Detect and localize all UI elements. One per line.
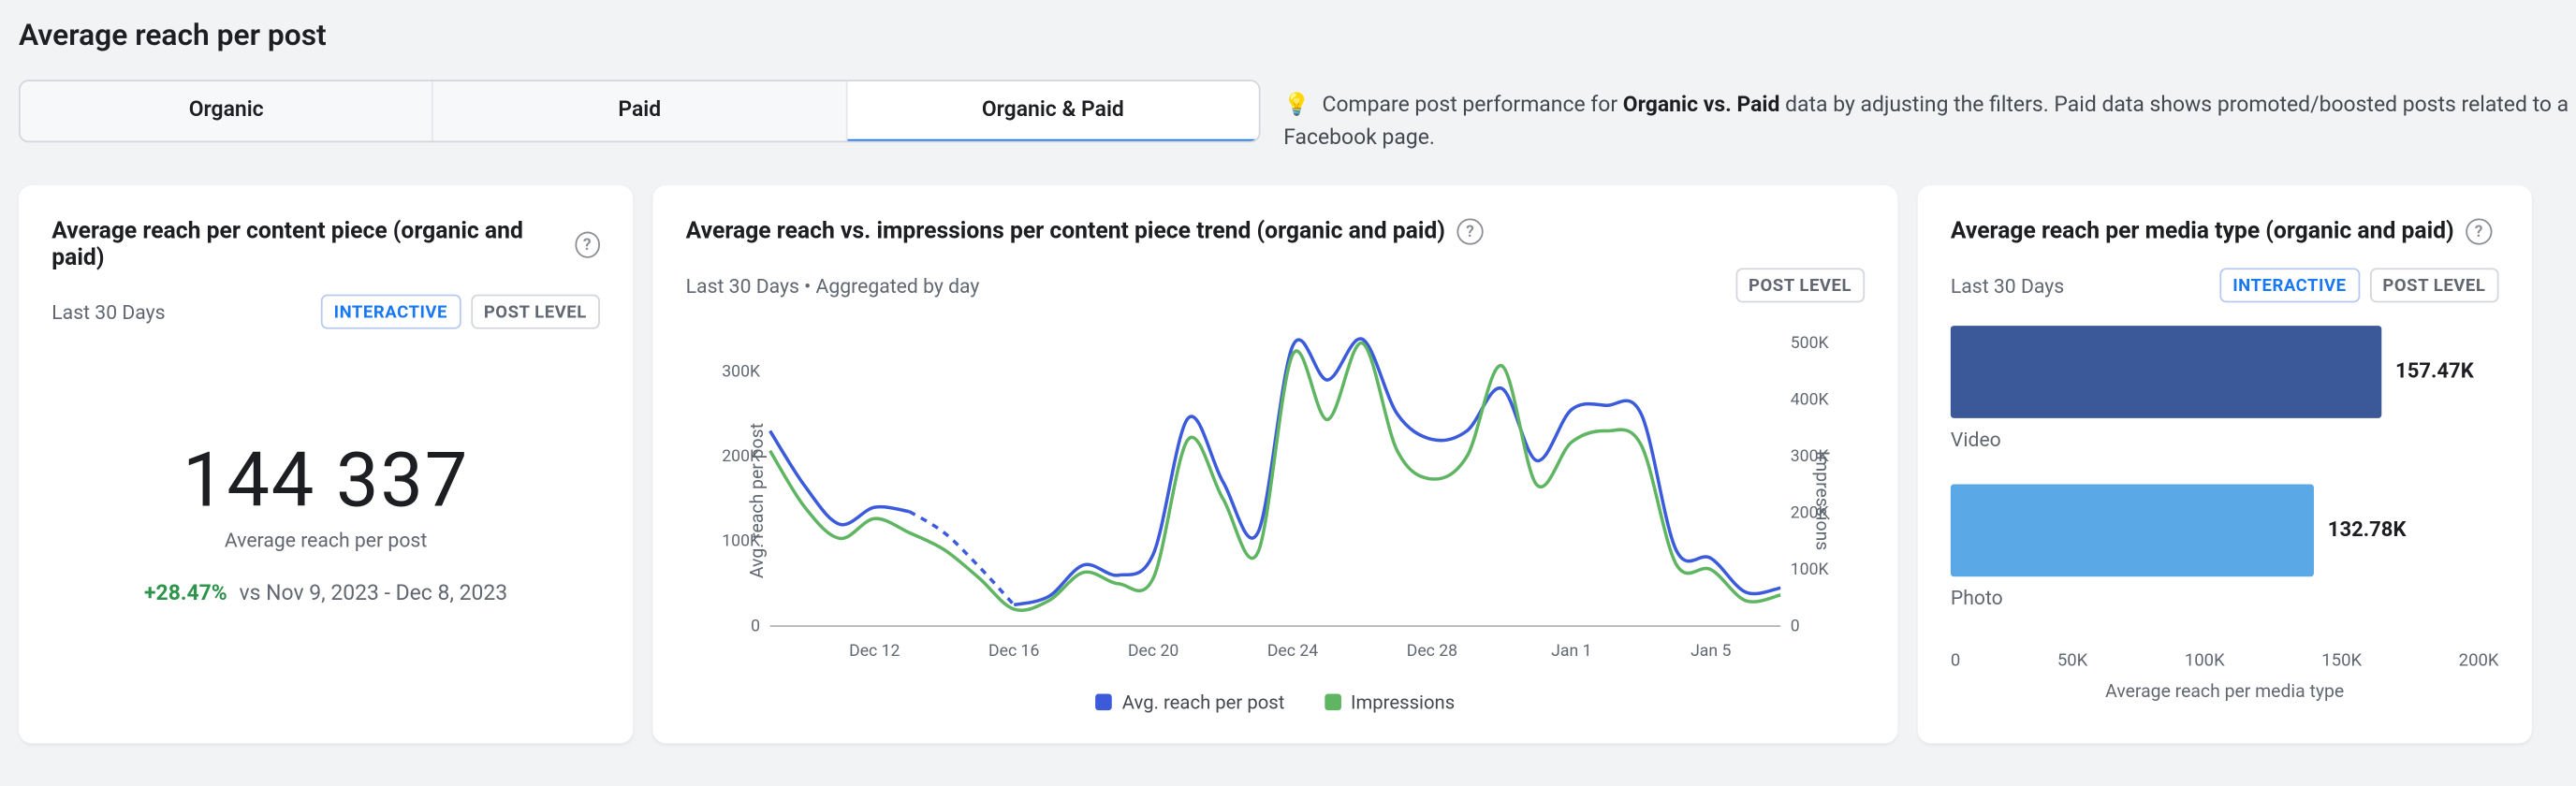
svg-text:Jan 1: Jan 1 xyxy=(1551,642,1591,661)
kpi-title: Average reach per content piece (organic… xyxy=(51,219,563,271)
card-avg-reach-kpi: Average reach per content piece (organic… xyxy=(19,186,633,744)
svg-text:Dec 16: Dec 16 xyxy=(988,642,1039,661)
card-media-type: Average reach per media type (organic an… xyxy=(1918,186,2532,744)
media-period: Last 30 Days xyxy=(1951,274,2064,298)
help-icon[interactable]: ? xyxy=(1456,219,1483,245)
tab-bar: Organic Paid Organic & Paid xyxy=(19,80,1261,142)
svg-text:300K: 300K xyxy=(722,363,761,382)
trend-period: Last 30 Days • Aggregated by day xyxy=(686,274,980,298)
kpi-delta-pct: +28.47% xyxy=(144,582,227,606)
x-tick: 150K xyxy=(2321,649,2362,671)
media-title: Average reach per media type (organic an… xyxy=(1951,219,2454,245)
trend-line-chart[interactable]: 0100K200K300K0100K200K300K400K500KDec 12… xyxy=(697,320,1853,666)
svg-text:Dec 24: Dec 24 xyxy=(1267,642,1318,661)
kpi-delta-vs: vs Nov 9, 2023 - Dec 8, 2023 xyxy=(240,582,508,606)
x-tick: 200K xyxy=(2459,649,2499,671)
tab-organic-and-paid[interactable]: Organic & Paid xyxy=(847,81,1259,142)
legend-swatch-reach xyxy=(1096,694,1113,711)
tab-organic[interactable]: Organic xyxy=(21,81,434,141)
svg-text:400K: 400K xyxy=(1791,391,1830,410)
y-axis-left-label: Avg. reach per post xyxy=(746,423,768,578)
kpi-value: 144 337 xyxy=(183,437,469,526)
bar-value-video: 157.47K xyxy=(2395,360,2474,385)
legend-item-impr[interactable]: Impressions xyxy=(1325,691,1455,714)
info-note: 💡 Compare post performance for Organic v… xyxy=(1283,80,2576,156)
media-x-axis: 0 50K 100K 150K 200K xyxy=(1951,649,2499,671)
y-axis-right-label: Impressions xyxy=(1811,450,1833,549)
media-x-label: Average reach per media type xyxy=(1951,681,2499,703)
bar-value-photo: 132.78K xyxy=(2328,518,2407,543)
svg-text:100K: 100K xyxy=(1791,560,1830,579)
bar-category-video: Video xyxy=(1951,429,2499,452)
kpi-label: Average reach per post xyxy=(225,530,427,553)
badge-post-level[interactable]: POST LEVEL xyxy=(471,295,600,329)
bulb-icon: 💡 xyxy=(1283,93,1310,117)
svg-text:Dec 28: Dec 28 xyxy=(1407,642,1457,661)
help-icon[interactable]: ? xyxy=(2466,219,2492,245)
legend-swatch-impr xyxy=(1325,694,1341,711)
badge-interactive[interactable]: INTERACTIVE xyxy=(2219,269,2360,303)
help-icon[interactable]: ? xyxy=(575,232,600,258)
bar-row-video[interactable]: 157.47K Video xyxy=(1951,327,2499,452)
legend-label-reach: Avg. reach per post xyxy=(1122,691,1285,714)
svg-text:0: 0 xyxy=(751,618,760,636)
legend-label-impr: Impressions xyxy=(1351,691,1455,714)
bar-category-photo: Photo xyxy=(1951,587,2499,610)
svg-text:Dec 20: Dec 20 xyxy=(1128,642,1178,661)
x-tick: 100K xyxy=(2185,649,2225,671)
tab-paid[interactable]: Paid xyxy=(433,81,847,141)
svg-text:500K: 500K xyxy=(1791,335,1830,354)
bar-video xyxy=(1951,327,2382,419)
badge-post-level[interactable]: POST LEVEL xyxy=(1735,269,1865,303)
kpi-period: Last 30 Days xyxy=(51,300,165,324)
badge-post-level[interactable]: POST LEVEL xyxy=(2369,269,2498,303)
svg-text:0: 0 xyxy=(1791,618,1800,636)
legend-item-reach[interactable]: Avg. reach per post xyxy=(1096,691,1285,714)
bar-row-photo[interactable]: 132.78K Photo xyxy=(1951,485,2499,610)
svg-text:Dec 12: Dec 12 xyxy=(849,642,900,661)
note-text-pre: Compare post performance for xyxy=(1323,93,1623,117)
note-text-bold: Organic vs. Paid xyxy=(1623,93,1780,117)
page-title: Average reach per post xyxy=(19,19,2576,53)
svg-text:Jan 5: Jan 5 xyxy=(1690,642,1731,661)
card-trend: Average reach vs. impressions per conten… xyxy=(652,186,1897,744)
badge-interactive[interactable]: INTERACTIVE xyxy=(321,295,461,329)
x-tick: 50K xyxy=(2057,649,2087,671)
trend-title: Average reach vs. impressions per conten… xyxy=(686,219,1445,245)
bar-photo xyxy=(1951,485,2315,577)
x-tick: 0 xyxy=(1951,649,1960,671)
